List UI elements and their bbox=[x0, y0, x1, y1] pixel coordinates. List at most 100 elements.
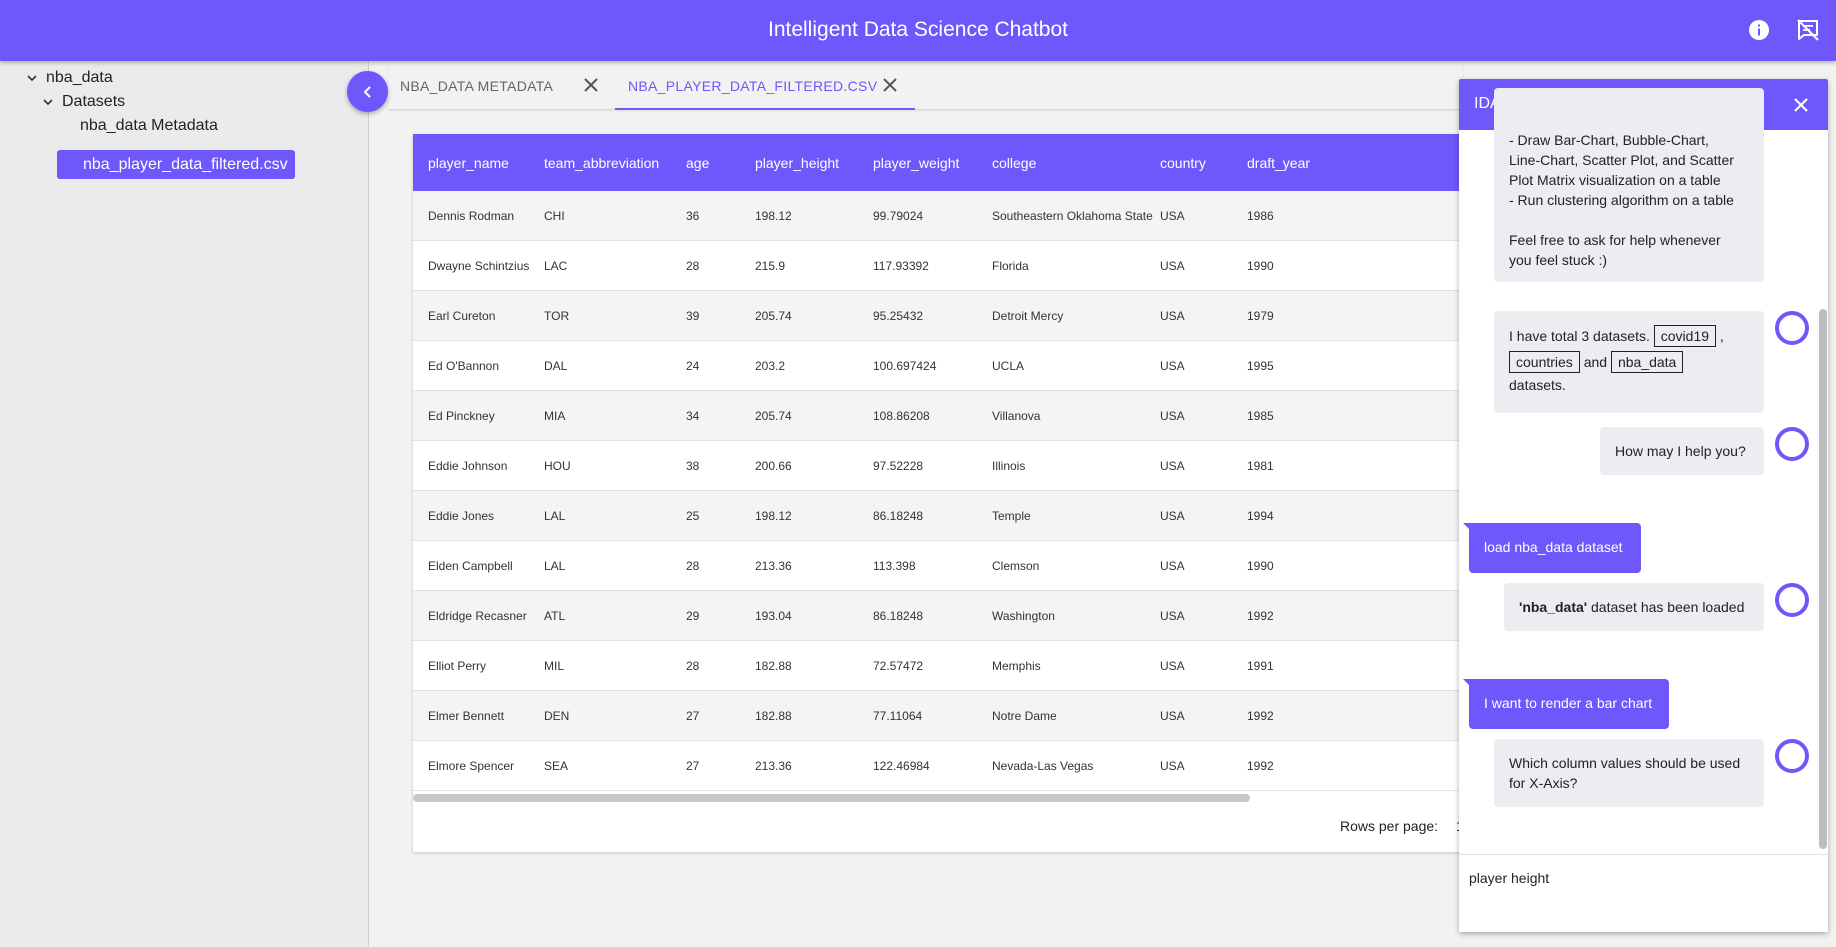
table-cell: SEA bbox=[544, 759, 569, 773]
table-cell: 99.79024 bbox=[873, 209, 924, 223]
datasets-prefix: I have total 3 datasets. bbox=[1509, 328, 1650, 344]
table-row[interactable]: Elden Campbell LAL 28 213.36 113.398 Clemson U… bbox=[413, 541, 1463, 591]
column-header-college[interactable]: college bbox=[992, 155, 1036, 171]
info-icon[interactable] bbox=[1747, 18, 1771, 42]
table-cell: 100.697424 bbox=[873, 359, 937, 373]
table-cell: Temple bbox=[992, 509, 1031, 523]
table-header: player_name team_abbreviation age player_he… bbox=[413, 134, 1463, 191]
dataset-chip-nba-data[interactable]: nba_data bbox=[1610, 351, 1684, 373]
chevron-down-icon[interactable] bbox=[40, 94, 56, 110]
table-cell: 1992 bbox=[1247, 609, 1274, 623]
table-cell: 117.93392 bbox=[873, 259, 929, 273]
table-cell: USA bbox=[1160, 359, 1185, 373]
table-cell: USA bbox=[1160, 609, 1185, 623]
table-row[interactable]: Dennis Rodman CHI 36 198.12 99.79024 Southeas… bbox=[413, 191, 1463, 241]
tree-item-nba-data[interactable]: nba_data bbox=[24, 69, 113, 87]
table-cell: Earl Cureton bbox=[428, 309, 496, 323]
table-cell: Eldridge Recasner bbox=[428, 609, 527, 623]
table-cell: 28 bbox=[686, 659, 700, 673]
table-cell: 1985 bbox=[1247, 409, 1274, 423]
close-icon[interactable] bbox=[880, 75, 900, 95]
table-cell: UCLA bbox=[992, 359, 1025, 373]
table-row[interactable]: Elmore Spencer SEA 27 213.36 122.46984 Nevada… bbox=[413, 741, 1463, 791]
table-cell: Elliot Perry bbox=[428, 659, 487, 673]
collapse-sidebar-button[interactable] bbox=[347, 71, 388, 112]
bot-message-help: How may I help you? bbox=[1600, 427, 1764, 475]
table-cell: 29 bbox=[686, 609, 700, 623]
bot-message-xaxis: Which column values should be used for X… bbox=[1494, 739, 1764, 807]
table-cell: 203.2 bbox=[755, 359, 786, 373]
close-icon[interactable] bbox=[1791, 95, 1811, 115]
tab-nba-data-metadata[interactable]: NBA_DATA METADATA bbox=[388, 61, 610, 110]
table-row[interactable]: Ed Pinckney MIA 34 205.74 108.86208 Villanova… bbox=[413, 391, 1463, 441]
intro-line: you feel stuck :) bbox=[1509, 252, 1608, 268]
table-cell: Ed O'Bannon bbox=[428, 359, 500, 373]
table-cell: LAL bbox=[544, 559, 566, 573]
dataset-chip-countries[interactable]: countries bbox=[1509, 351, 1580, 373]
table-row[interactable]: Eddie Johnson HOU 38 200.66 97.52228 Illinois… bbox=[413, 441, 1463, 491]
tree-item-nba-data-metadata[interactable]: nba_data Metadata bbox=[80, 117, 218, 135]
column-header-player-name[interactable]: player_name bbox=[428, 155, 509, 171]
datasets-and: and bbox=[1583, 354, 1608, 370]
bot-message-intro: - Draw Bar-Chart, Bubble-Chart, Line-Cha… bbox=[1494, 88, 1764, 282]
column-header-country[interactable]: country bbox=[1160, 155, 1206, 171]
bot-message-loaded: 'nba_data' dataset has been loaded bbox=[1504, 583, 1764, 631]
user-message-load: load nba_data dataset bbox=[1469, 523, 1641, 573]
table-cell: Eddie Johnson bbox=[428, 459, 508, 473]
bot-avatar bbox=[1775, 739, 1809, 773]
user-message-bar-chart: I want to render a bar chart bbox=[1469, 679, 1669, 729]
table-row[interactable]: Elliot Perry MIL 28 182.88 72.57472 Memphis US… bbox=[413, 641, 1463, 691]
table-cell: USA bbox=[1160, 409, 1185, 423]
tab-label: NBA_PLAYER_DATA_FILTERED.CSV bbox=[628, 78, 878, 94]
chat-scrollbar[interactable] bbox=[1819, 309, 1827, 849]
table-cell: USA bbox=[1160, 659, 1185, 673]
table-cell: 77.11064 bbox=[873, 709, 923, 723]
table-cell: 1992 bbox=[1247, 709, 1274, 723]
table-row[interactable]: Elmer Bennett DEN 27 182.88 77.11064 Notre Da… bbox=[413, 691, 1463, 741]
column-header-player-height[interactable]: player_height bbox=[755, 155, 839, 171]
chat-input[interactable]: player height bbox=[1459, 854, 1828, 932]
column-header-team-abbreviation[interactable]: team_abbreviation bbox=[544, 155, 659, 171]
table-cell: 213.36 bbox=[755, 759, 792, 773]
tab-nba-player-data-filtered[interactable]: NBA_PLAYER_DATA_FILTERED.CSV bbox=[615, 61, 915, 110]
table-row[interactable]: Earl Cureton TOR 39 205.74 95.25432 Detroit M… bbox=[413, 291, 1463, 341]
column-header-player-weight[interactable]: player_weight bbox=[873, 155, 959, 171]
column-header-draft-year[interactable]: draft_year bbox=[1247, 155, 1310, 171]
chat-input-value[interactable]: player height bbox=[1469, 870, 1549, 886]
table-cell: 95.25432 bbox=[873, 309, 924, 323]
horizontal-scrollbar[interactable] bbox=[413, 794, 1250, 802]
table-row[interactable]: Eldridge Recasner ATL 29 193.04 86.18248 Wash… bbox=[413, 591, 1463, 641]
chevron-down-icon[interactable] bbox=[24, 70, 40, 86]
table-cell: TOR bbox=[544, 309, 570, 323]
table-cell: USA bbox=[1160, 559, 1185, 573]
table-cell: 24 bbox=[686, 359, 700, 373]
tab-label: NBA_DATA METADATA bbox=[400, 78, 554, 94]
xaxis-line: for X-Axis? bbox=[1509, 775, 1578, 791]
table-cell: Clemson bbox=[992, 559, 1040, 573]
table-cell: Southeastern Oklahoma State bbox=[992, 209, 1153, 223]
table-cell: 38 bbox=[686, 459, 700, 473]
table-cell: Washington bbox=[992, 609, 1055, 623]
tree-item-datasets[interactable]: Datasets bbox=[40, 93, 125, 111]
close-icon[interactable] bbox=[581, 75, 601, 95]
table-cell: 1991 bbox=[1247, 659, 1274, 673]
dataset-chip-covid19[interactable]: covid19 bbox=[1653, 325, 1717, 347]
column-header-age[interactable]: age bbox=[686, 155, 709, 171]
chat-messages: - Draw Bar-Chart, Bubble-Chart, Line-Cha… bbox=[1459, 88, 1828, 932]
tree-item-label: nba_data bbox=[46, 69, 113, 86]
table-cell: Notre Dame bbox=[992, 709, 1057, 723]
table-row[interactable]: Eddie Jones LAL 25 198.12 86.18248 Temple USA 1… bbox=[413, 491, 1463, 541]
table-cell: 1986 bbox=[1247, 209, 1274, 223]
chat-off-icon[interactable] bbox=[1796, 18, 1820, 42]
table-row[interactable]: Dwayne Schintzius LAC 28 215.9 117.93392 Flor… bbox=[413, 241, 1463, 291]
table-cell: 1981 bbox=[1247, 459, 1274, 473]
table-cell: Villanova bbox=[992, 409, 1041, 423]
dataset-tree-sidebar: nba_data Datasets nba_data Metadata nba_… bbox=[0, 61, 369, 947]
table-cell: Illinois bbox=[992, 459, 1026, 473]
table-cell: 25 bbox=[686, 509, 700, 523]
table-cell: Elden Campbell bbox=[428, 559, 513, 573]
table-cell: Ed Pinckney bbox=[428, 409, 495, 423]
table-row[interactable]: Ed O'Bannon DAL 24 203.2 100.697424 UCLA USA 19… bbox=[413, 341, 1463, 391]
tree-item-nba-player-data-filtered[interactable]: nba_player_data_filtered.csv bbox=[57, 150, 295, 179]
table-cell: Elmer Bennett bbox=[428, 709, 505, 723]
